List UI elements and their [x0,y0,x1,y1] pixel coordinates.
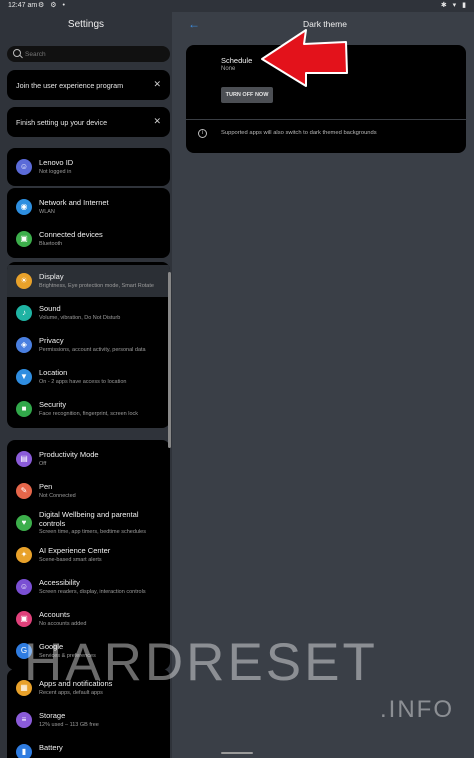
close-icon[interactable]: ✕ [153,79,161,90]
settings-item[interactable]: ☀ Display Brightness, Eye protection mode,… [7,265,170,297]
close-icon[interactable]: ✕ [153,116,161,127]
settings-item-subtitle: Brightness, Eye protection mode, Smart R… [39,283,154,289]
settings-item-title: AI Experience Center [39,546,111,555]
watermark-sub: .INFO [380,696,454,723]
settings-item-title: Location [39,368,68,377]
status-time: 12:47 am [8,2,38,9]
settings-item-subtitle: Screen readers, display, interaction con… [39,589,146,595]
divider [186,119,466,120]
settings-item[interactable]: ▣ Accounts No accounts added [7,603,170,635]
settings-item-subtitle: On - 2 apps have access to location [39,379,127,385]
settings-item[interactable]: ◉ Network and Internet WLAN [7,191,170,223]
settings-item-subtitle: Not Connected [39,493,76,499]
settings-group: ☀ Display Brightness, Eye protection mode,… [7,262,170,428]
settings-item[interactable]: ▤ Productivity Mode Off [7,443,170,475]
schedule-label[interactable]: Schedule [221,56,252,65]
settings-item-title: Connected devices [39,230,103,239]
suggestion-card-experience[interactable]: Join the user experience program ✕ [7,70,170,100]
settings-item-subtitle: Permissions, account activity, personal … [39,347,146,353]
schedule-value: None [221,66,236,72]
settings-item-title: Battery [39,743,63,752]
devices-icon: ▣ [16,231,32,247]
pen-icon: ✎ [16,483,32,499]
productivity-icon: ▤ [16,451,32,467]
settings-item[interactable]: ✎ Pen Not Connected [7,475,170,507]
display-icon: ☀ [16,273,32,289]
settings-item[interactable]: ■ Security Face recognition, fingerprint, … [7,393,170,425]
settings-item-subtitle: Face recognition, fingerprint, screen lo… [39,411,139,417]
settings-item-title: Sound [39,304,61,313]
settings-item-title: Privacy [39,336,64,345]
person-icon: ☺ [16,159,32,175]
settings-item-title: Lenovo ID [39,158,74,167]
settings-item[interactable]: ▮ Battery [7,736,170,758]
search-input[interactable] [25,48,165,60]
settings-item-subtitle: 12% used – 113 GB free [39,722,99,728]
settings-item[interactable]: ♥ Digital Wellbeing and parental controls… [7,507,170,539]
privacy-icon: ◈ [16,337,32,353]
red-arrow-annotation [261,29,348,87]
settings-item[interactable]: ▣ Connected devices Bluetooth [7,223,170,255]
settings-item[interactable]: ☺ Lenovo ID Not logged in [7,151,170,183]
settings-item-subtitle: Bluetooth [39,241,63,247]
settings-item-subtitle: Off [39,461,47,467]
settings-group: ◉ Network and Internet WLAN ▣ Connected devi… [7,188,170,258]
settings-item-title: Pen [39,482,53,491]
settings-item-subtitle: Scene-based smart alerts [39,557,102,563]
info-text: Supported apps will also switch to dark … [221,130,377,136]
back-arrow-icon[interactable]: ← [188,17,200,31]
settings-item-subtitle: WLAN [39,209,55,215]
turn-off-now-button[interactable]: TURN OFF NOW [221,87,273,103]
settings-item[interactable]: ✦ AI Experience Center Scene-based smart a… [7,539,170,571]
wellbeing-icon: ♥ [16,515,32,531]
settings-item-title: Accounts [39,610,70,619]
accounts-icon: ▣ [16,611,32,627]
storage-icon: ≡ [16,712,32,728]
settings-item-title: Accessibility [39,578,80,587]
notification-icons: ⚙ ⚙ • [38,2,67,9]
settings-item-title: Storage [39,711,66,720]
settings-item-title: Network and Internet [39,198,109,207]
search-bar[interactable] [7,46,170,62]
suggestion-card-setup[interactable]: Finish setting up your device ✕ [7,107,170,137]
settings-item-title: Digital Wellbeing and parental controls [39,510,139,528]
status-bar: 12:47 am ⚙ ⚙ • ✱ ▾ ▮ [0,0,474,12]
navigation-handle[interactable] [221,752,253,754]
sound-icon: ♪ [16,305,32,321]
suggestion-text: Finish setting up your device [16,118,108,127]
watermark: HARDRESET [24,633,378,692]
settings-item[interactable]: ♪ Sound Volume, vibration, Do Not Disturb [7,297,170,329]
settings-item[interactable]: ▼ Location On - 2 apps have access to loca… [7,361,170,393]
settings-item[interactable]: ☺ Accessibility Screen readers, display, i… [7,571,170,603]
location-icon: ▼ [16,369,32,385]
settings-item[interactable]: ≡ Storage 12% used – 113 GB free [7,704,170,736]
accessibility-icon: ☺ [16,579,32,595]
settings-item-subtitle: Volume, vibration, Do Not Disturb [39,315,121,321]
ai-icon: ✦ [16,547,32,563]
suggestion-text: Join the user experience program [16,81,124,90]
settings-item-title: Display [39,272,64,281]
security-icon: ■ [16,401,32,417]
settings-item-title: Security [39,400,67,409]
settings-item-subtitle: Screen time, app timers, bedtime schedul… [39,529,146,535]
settings-title: Settings [67,19,105,30]
battery-icon: ▮ [16,744,32,758]
info-icon: i [198,129,207,138]
settings-group: ☺ Lenovo ID Not logged in [7,148,170,186]
settings-item[interactable]: ◈ Privacy Permissions, account activity, p… [7,329,170,361]
wifi-icon: ◉ [16,199,32,215]
scrollbar[interactable] [168,272,171,448]
system-icons: ✱ ▾ ▮ [440,2,468,9]
search-icon [13,49,21,57]
settings-item-subtitle: Not logged in [39,169,72,175]
settings-item-subtitle: No accounts added [39,621,87,627]
settings-item-title: Productivity Mode [39,450,99,459]
